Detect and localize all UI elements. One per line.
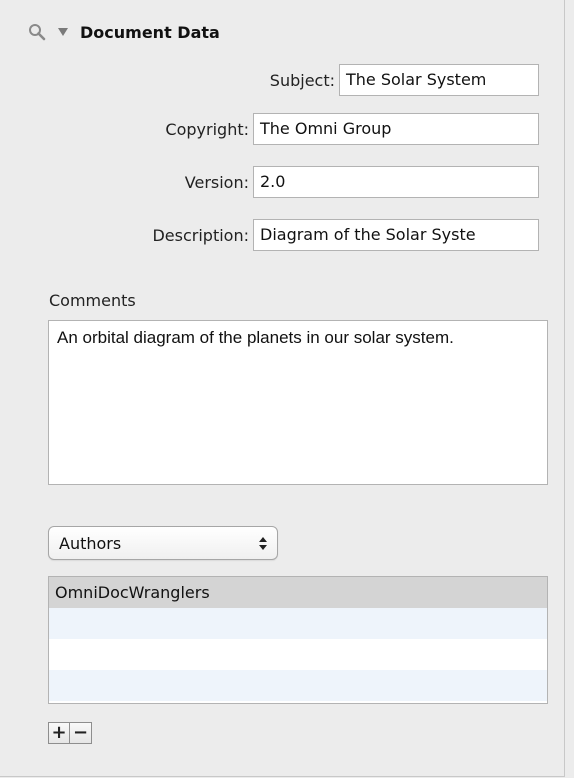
section-header: Document Data — [28, 20, 220, 44]
add-button[interactable]: + — [48, 722, 70, 744]
comments-textarea[interactable]: An orbital diagram of the planets in our… — [48, 320, 548, 485]
list-item[interactable]: OmniDocWranglers — [49, 577, 547, 608]
up-down-arrows-icon — [259, 536, 267, 550]
comments-label: Comments — [49, 291, 136, 310]
section-title: Document Data — [80, 22, 220, 42]
list-edit-buttons: + − — [48, 722, 92, 744]
subject-row: Subject: The Solar System — [270, 64, 539, 96]
version-label: Version: — [184, 172, 249, 192]
subject-field[interactable]: The Solar System — [339, 64, 539, 96]
description-row: Description: Diagram of the Solar Syste — [152, 219, 539, 251]
description-label: Description: — [152, 225, 249, 245]
copyright-label: Copyright: — [165, 119, 249, 139]
subject-label: Subject: — [269, 70, 335, 90]
remove-button[interactable]: − — [70, 722, 92, 744]
popup-selected-value: Authors — [59, 533, 122, 553]
authors-list[interactable]: OmniDocWranglers — [48, 576, 548, 704]
list-item[interactable] — [49, 670, 547, 701]
copyright-field[interactable]: The Omni Group — [253, 113, 539, 145]
inspector-panel: Document Data Subject: The Solar System … — [0, 0, 565, 777]
list-type-popup[interactable]: Authors — [48, 526, 278, 560]
version-row: Version: 2.0 — [185, 166, 539, 198]
disclosure-triangle-icon[interactable] — [58, 28, 68, 36]
copyright-row: Copyright: The Omni Group — [165, 113, 539, 145]
list-item[interactable] — [49, 639, 547, 670]
search-icon[interactable] — [28, 23, 46, 41]
description-field[interactable]: Diagram of the Solar Syste — [253, 219, 539, 251]
list-item[interactable] — [49, 608, 547, 639]
version-field[interactable]: 2.0 — [253, 166, 539, 198]
